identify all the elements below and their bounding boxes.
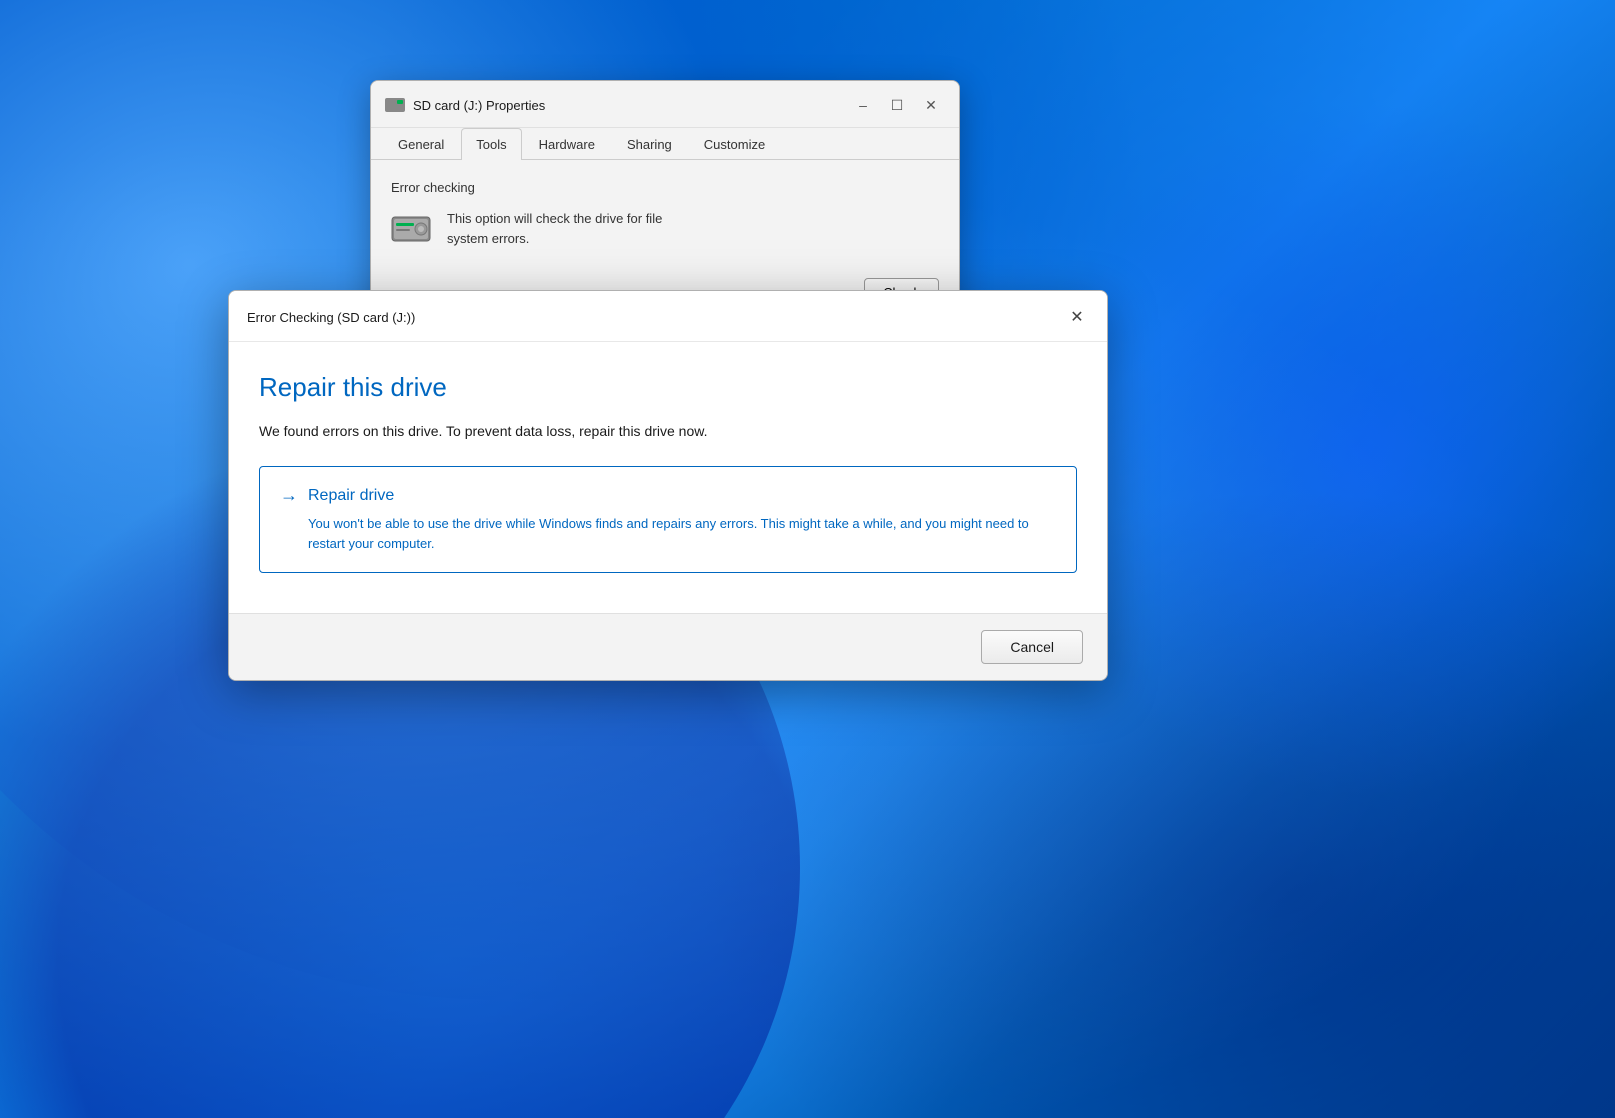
tab-hardware[interactable]: Hardware (524, 128, 610, 160)
dialog-cancel-button[interactable]: Cancel (981, 630, 1083, 664)
minimize-button[interactable]: – (847, 91, 879, 119)
repair-option-label: Repair drive (308, 487, 394, 505)
error-check-description: This option will check the drive for fil… (447, 209, 662, 248)
properties-title: SD card (J:) Properties (413, 98, 545, 113)
dialog-description: We found errors on this drive. To preven… (259, 421, 1077, 442)
error-checking-title: Error checking (391, 180, 939, 195)
error-check-section: This option will check the drive for fil… (391, 209, 939, 248)
properties-tabs: General Tools Hardware Sharing Customize (371, 128, 959, 160)
repair-option-description: You won't be able to use the drive while… (280, 514, 1056, 554)
dialog-titlebar: Error Checking (SD card (J:)) ✕ (229, 291, 1107, 342)
tab-sharing[interactable]: Sharing (612, 128, 687, 160)
properties-titlebar: SD card (J:) Properties – ☐ ✕ (371, 81, 959, 128)
error-checking-dialog: Error Checking (SD card (J:)) ✕ Repair t… (228, 290, 1108, 681)
properties-close-button[interactable]: ✕ (915, 91, 947, 119)
repair-option-title-area: → Repair drive (280, 485, 1056, 506)
tab-customize[interactable]: Customize (689, 128, 780, 160)
arrow-right-icon: → (280, 485, 298, 506)
tab-tools[interactable]: Tools (461, 128, 521, 160)
maximize-button[interactable]: ☐ (881, 91, 913, 119)
dialog-close-button[interactable]: ✕ (1061, 303, 1093, 331)
properties-title-area: SD card (J:) Properties (385, 98, 545, 113)
tab-general[interactable]: General (383, 128, 459, 160)
dialog-footer: Cancel (229, 613, 1107, 680)
repair-drive-option[interactable]: → Repair drive You won't be able to use … (259, 466, 1077, 573)
dialog-heading: Repair this drive (259, 372, 1077, 403)
dialog-content: Repair this drive We found errors on thi… (229, 342, 1107, 613)
dialog-title: Error Checking (SD card (J:)) (247, 310, 415, 325)
hdd-icon (391, 213, 431, 245)
window-controls: – ☐ ✕ (847, 91, 947, 119)
drive-icon (385, 98, 405, 112)
